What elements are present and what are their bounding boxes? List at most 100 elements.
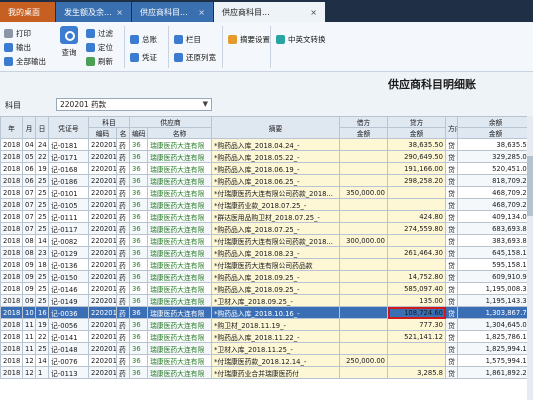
cell-debit[interactable] — [339, 306, 389, 319]
cell-supplier-name[interactable]: 瑞康医药大连有限 — [146, 162, 213, 175]
cell-credit[interactable] — [387, 198, 447, 211]
cell-credit[interactable]: 290,649.50 — [387, 150, 447, 163]
cell-supplier-code[interactable]: 36 — [129, 174, 148, 187]
cell-debit[interactable] — [339, 210, 389, 223]
cell-subject-code[interactable]: 220201 — [88, 234, 117, 247]
cell-credit[interactable]: 521,141.12 — [387, 330, 447, 343]
cell-subject-name[interactable]: 药 — [116, 354, 130, 367]
cell-direction[interactable]: 贷 — [445, 150, 459, 163]
restore-width-button[interactable]: 还原列宽 — [174, 52, 216, 63]
cell-year[interactable]: 2018 — [0, 162, 23, 175]
cell-year[interactable]: 2018 — [0, 330, 23, 343]
cell-subject-name[interactable]: 药 — [116, 234, 130, 247]
cell-month[interactable]: 08 — [22, 234, 36, 247]
cell-month[interactable]: 10 — [22, 306, 36, 319]
cell-voucher-no[interactable]: 记-0076 — [48, 354, 89, 367]
cell-supplier-name[interactable]: 瑞康医药大连有限 — [146, 366, 213, 379]
cell-balance[interactable]: 1,575,994.12 — [457, 354, 533, 367]
cell-summary[interactable]: *卫材入库_2018.11.25_- — [211, 342, 341, 355]
cell-day[interactable]: 24 — [35, 138, 49, 151]
cell-summary[interactable]: *卫材入库_2018.09.25_- — [211, 294, 341, 307]
cell-supplier-code[interactable]: 36 — [129, 270, 148, 283]
table-row[interactable]: 2018 09 18 记-0136 220201 药 36 瑞康医药大连有限 *付瑞康医药大连有… — [0, 258, 533, 271]
cell-subject-code[interactable]: 220201 — [88, 162, 117, 175]
cell-supplier-name[interactable]: 瑞康医药大连有限 — [146, 330, 213, 343]
cell-balance[interactable]: 1,861,892.25 — [457, 366, 533, 379]
cell-supplier-name[interactable]: 瑞康医药大连有限 — [146, 270, 213, 283]
cell-balance[interactable]: 520,451.00 — [457, 162, 533, 175]
cell-debit[interactable]: 350,000.00 — [339, 186, 389, 199]
cell-subject-code[interactable]: 220201 — [88, 294, 117, 307]
cell-subject-code[interactable]: 220201 — [88, 198, 117, 211]
cell-year[interactable]: 2018 — [0, 366, 23, 379]
cell-debit[interactable] — [339, 246, 389, 259]
column-header-summary[interactable]: 摘要 — [211, 116, 341, 139]
cell-summary[interactable]: *购药品入库_2018.07.25_- — [211, 222, 341, 235]
cell-day[interactable]: 25 — [35, 210, 49, 223]
cell-supplier-name[interactable]: 瑞康医药大连有限 — [146, 186, 213, 199]
cell-summary[interactable]: *购卫材_2018.11.19_- — [211, 318, 341, 331]
column-header-day[interactable]: 日 — [35, 116, 49, 139]
cell-debit[interactable] — [339, 198, 389, 211]
cell-voucher-no[interactable]: 记-0113 — [48, 366, 89, 379]
cell-day[interactable]: 25 — [35, 174, 49, 187]
table-row[interactable]: 2018 06 25 记-0186 220201 药 36 瑞康医药大连有限 *购药品入库_20… — [0, 174, 533, 187]
cell-year[interactable]: 2018 — [0, 210, 23, 223]
cell-subject-name[interactable]: 药 — [116, 366, 130, 379]
cell-month[interactable]: 09 — [22, 294, 36, 307]
cell-subject-code[interactable]: 220201 — [88, 150, 117, 163]
cell-balance[interactable]: 468,709.20 — [457, 198, 533, 211]
cell-debit[interactable] — [339, 174, 389, 187]
cell-summary[interactable]: *购药品入库_2018.06.25_- — [211, 174, 341, 187]
cell-year[interactable]: 2018 — [0, 138, 23, 151]
cell-year[interactable]: 2018 — [0, 198, 23, 211]
cell-day[interactable]: 23 — [35, 246, 49, 259]
table-row[interactable]: 2018 07 25 记-0105 220201 药 36 瑞康医药大连有限 *付瑞康药业款_2… — [0, 198, 533, 211]
cell-voucher-no[interactable]: 记-0111 — [48, 210, 89, 223]
cell-day[interactable]: 25 — [35, 294, 49, 307]
export-button[interactable]: 输出 — [4, 42, 31, 53]
cell-voucher-no[interactable]: 记-0036 — [48, 306, 89, 319]
cell-year[interactable]: 2018 — [0, 318, 23, 331]
cell-balance[interactable]: 683,693.80 — [457, 222, 533, 235]
cell-day[interactable]: 1 — [35, 366, 49, 379]
summary-settings-button[interactable]: 摘要设置 — [228, 34, 270, 45]
cell-supplier-name[interactable]: 瑞康医药大连有限 — [146, 258, 213, 271]
cell-subject-name[interactable]: 药 — [116, 150, 130, 163]
cell-balance[interactable]: 1,825,786.12 — [457, 330, 533, 343]
cell-balance[interactable]: 1,825,994.12 — [457, 342, 533, 355]
column-header-subject-name[interactable]: 名 — [116, 127, 130, 139]
cell-day[interactable]: 25 — [35, 222, 49, 235]
cell-summary[interactable]: *付瑞康医药款_2018.12.14_- — [211, 354, 341, 367]
cell-balance[interactable]: 1,195,143.30 — [457, 294, 533, 307]
subject-select[interactable]: 220201 药款 ▼ — [56, 98, 212, 111]
export-all-button[interactable]: 全部输出 — [4, 56, 46, 67]
table-row[interactable]: 2018 11 22 记-0141 220201 药 36 瑞康医药大连有限 *购药品入库_20… — [0, 330, 533, 343]
cell-credit[interactable]: 274,559.80 — [387, 222, 447, 235]
cell-supplier-code[interactable]: 36 — [129, 210, 148, 223]
cell-year[interactable]: 2018 — [0, 234, 23, 247]
cell-year[interactable]: 2018 — [0, 222, 23, 235]
cell-month[interactable]: 11 — [22, 330, 36, 343]
cell-subject-name[interactable]: 药 — [116, 162, 130, 175]
column-header-subject-code[interactable]: 编码 — [88, 127, 117, 139]
cell-voucher-no[interactable]: 记-0181 — [48, 138, 89, 151]
cell-direction[interactable]: 贷 — [445, 342, 459, 355]
cell-supplier-code[interactable]: 36 — [129, 234, 148, 247]
cell-debit[interactable]: 250,000.00 — [339, 354, 389, 367]
cell-supplier-name[interactable]: 瑞康医药大连有限 — [146, 246, 213, 259]
cell-subject-name[interactable]: 药 — [116, 270, 130, 283]
table-row[interactable]: 2018 07 25 记-0111 220201 药 36 瑞康医药大连有限 *群达医用品购卫材… — [0, 210, 533, 223]
cell-supplier-code[interactable]: 36 — [129, 198, 148, 211]
cell-summary[interactable]: *购药品入库_2018.04.24_- — [211, 138, 341, 151]
cell-month[interactable]: 12 — [22, 354, 36, 367]
cell-debit[interactable] — [339, 282, 389, 295]
table-row[interactable]: 2018 07 25 记-0101 220201 药 36 瑞康医药大连有限 *付瑞康医药大连有… — [0, 186, 533, 199]
table-row[interactable]: 2018 12 1 记-0113 220201 药 36 瑞康医药大连有限 *付瑞康药业合并瑞康… — [0, 366, 533, 379]
cell-subject-name[interactable]: 药 — [116, 198, 130, 211]
cell-supplier-code[interactable]: 36 — [129, 162, 148, 175]
cell-direction[interactable]: 贷 — [445, 282, 459, 295]
print-button[interactable]: 打印 — [4, 28, 31, 39]
cell-credit[interactable]: 14,752.80 — [387, 270, 447, 283]
cell-supplier-code[interactable]: 36 — [129, 306, 148, 319]
